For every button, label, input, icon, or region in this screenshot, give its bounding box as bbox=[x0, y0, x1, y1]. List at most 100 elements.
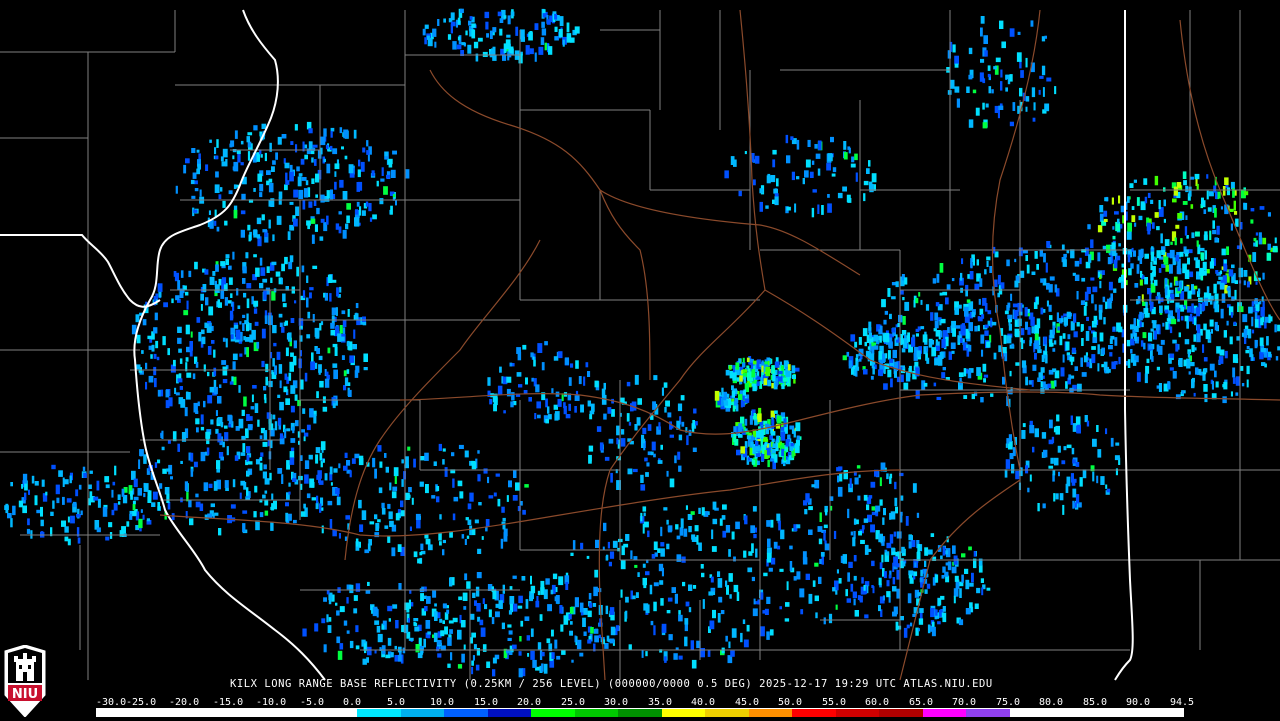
radar-echo bbox=[203, 400, 206, 408]
radar-echo bbox=[353, 129, 357, 139]
radar-echo bbox=[755, 155, 760, 164]
radar-echo bbox=[1154, 175, 1159, 186]
radar-echo bbox=[464, 450, 469, 458]
radar-echo bbox=[309, 287, 314, 291]
radar-echo bbox=[1098, 272, 1101, 278]
radar-echo bbox=[492, 669, 496, 677]
radar-echo bbox=[331, 307, 337, 315]
radar-echo bbox=[1086, 420, 1090, 427]
radar-echo bbox=[1177, 309, 1180, 320]
radar-echo bbox=[1016, 52, 1022, 62]
radar-echo bbox=[339, 179, 344, 188]
radar-echo bbox=[1043, 336, 1047, 345]
radar-echo bbox=[138, 518, 143, 529]
radar-echo bbox=[133, 478, 138, 488]
radar-echo bbox=[1191, 284, 1194, 291]
radar-echo bbox=[1127, 222, 1132, 232]
radar-echo bbox=[653, 601, 657, 612]
radar-echo bbox=[712, 501, 717, 510]
radar-echo bbox=[530, 650, 535, 660]
radar-echo bbox=[1243, 270, 1248, 277]
radar-echo bbox=[457, 664, 463, 669]
radar-echo bbox=[518, 668, 523, 678]
radar-echo bbox=[1193, 257, 1199, 261]
radar-echo bbox=[1173, 186, 1178, 196]
scale-segment bbox=[1053, 709, 1097, 717]
radar-echo bbox=[1130, 338, 1135, 346]
radar-echo bbox=[425, 620, 431, 629]
radar-echo bbox=[1193, 347, 1197, 351]
radar-echo bbox=[1116, 255, 1121, 261]
radar-echo bbox=[289, 255, 294, 263]
radar-echo bbox=[253, 300, 259, 307]
radar-echo bbox=[1048, 465, 1054, 469]
radar-echo bbox=[425, 538, 431, 545]
radar-echo bbox=[673, 653, 678, 660]
radar-echo bbox=[1014, 258, 1017, 263]
radar-echo bbox=[1220, 308, 1224, 319]
radar-echo bbox=[1232, 367, 1236, 378]
radar-echo bbox=[437, 640, 442, 646]
radar-echo bbox=[879, 477, 882, 487]
radar-echo bbox=[623, 543, 629, 548]
radar-echo bbox=[392, 194, 396, 198]
radar-echo bbox=[331, 279, 337, 283]
radar-echo bbox=[217, 299, 220, 304]
radar-echo bbox=[247, 224, 251, 231]
radar-echo bbox=[495, 603, 499, 608]
radar-echo bbox=[298, 173, 303, 177]
radar-echo bbox=[645, 651, 648, 657]
radar-echo bbox=[777, 545, 781, 550]
radar-echo bbox=[1105, 484, 1108, 489]
radar-echo bbox=[167, 348, 170, 356]
radar-echo bbox=[1178, 332, 1181, 338]
radar-echo bbox=[709, 620, 715, 630]
radar-echo bbox=[262, 229, 267, 233]
radar-echo bbox=[728, 365, 732, 370]
radar-echo bbox=[526, 635, 530, 641]
radar-echo bbox=[215, 171, 219, 178]
radar-echo bbox=[214, 386, 218, 395]
radar-echo bbox=[246, 470, 251, 476]
radar-echo bbox=[344, 377, 349, 386]
radar-echo bbox=[1182, 263, 1187, 274]
radar-echo bbox=[1009, 370, 1012, 377]
radar-echo bbox=[1169, 353, 1175, 358]
radar-echo bbox=[185, 291, 189, 296]
radar-echo bbox=[1093, 315, 1098, 325]
radar-echo bbox=[1113, 326, 1116, 331]
radar-echo bbox=[381, 625, 385, 630]
radar-echo bbox=[420, 648, 424, 655]
radar-echo bbox=[530, 575, 532, 585]
radar-echo bbox=[519, 636, 522, 642]
radar-echo bbox=[557, 398, 562, 407]
radar-echo bbox=[133, 496, 139, 501]
radar-echo bbox=[345, 223, 349, 230]
radar-echo bbox=[765, 369, 769, 376]
radar-echo bbox=[626, 381, 631, 387]
niu-logo: NIU bbox=[3, 644, 47, 718]
radar-echo bbox=[915, 328, 920, 332]
radar-echo bbox=[974, 603, 979, 609]
radar-echo bbox=[474, 519, 479, 524]
radar-echo bbox=[323, 644, 327, 653]
radar-echo bbox=[516, 372, 522, 377]
radar-echo bbox=[1193, 392, 1196, 397]
radar-echo bbox=[319, 503, 322, 513]
scale-label: 75.0 bbox=[996, 697, 1021, 708]
radar-echo bbox=[349, 355, 355, 363]
radar-echo bbox=[1274, 237, 1277, 244]
radar-echo bbox=[501, 622, 505, 630]
radar-echo bbox=[424, 586, 427, 592]
radar-echo bbox=[678, 655, 683, 660]
radar-echo bbox=[1186, 306, 1192, 313]
radar-echo bbox=[177, 326, 182, 333]
radar-echo bbox=[467, 44, 472, 54]
radar-echo bbox=[221, 360, 227, 365]
radar-echo bbox=[551, 652, 555, 659]
radar-echo bbox=[363, 353, 368, 362]
radar-echo bbox=[863, 494, 868, 501]
radar-echo bbox=[398, 654, 402, 662]
radar-echo bbox=[320, 441, 326, 451]
radar-echo bbox=[471, 460, 476, 466]
